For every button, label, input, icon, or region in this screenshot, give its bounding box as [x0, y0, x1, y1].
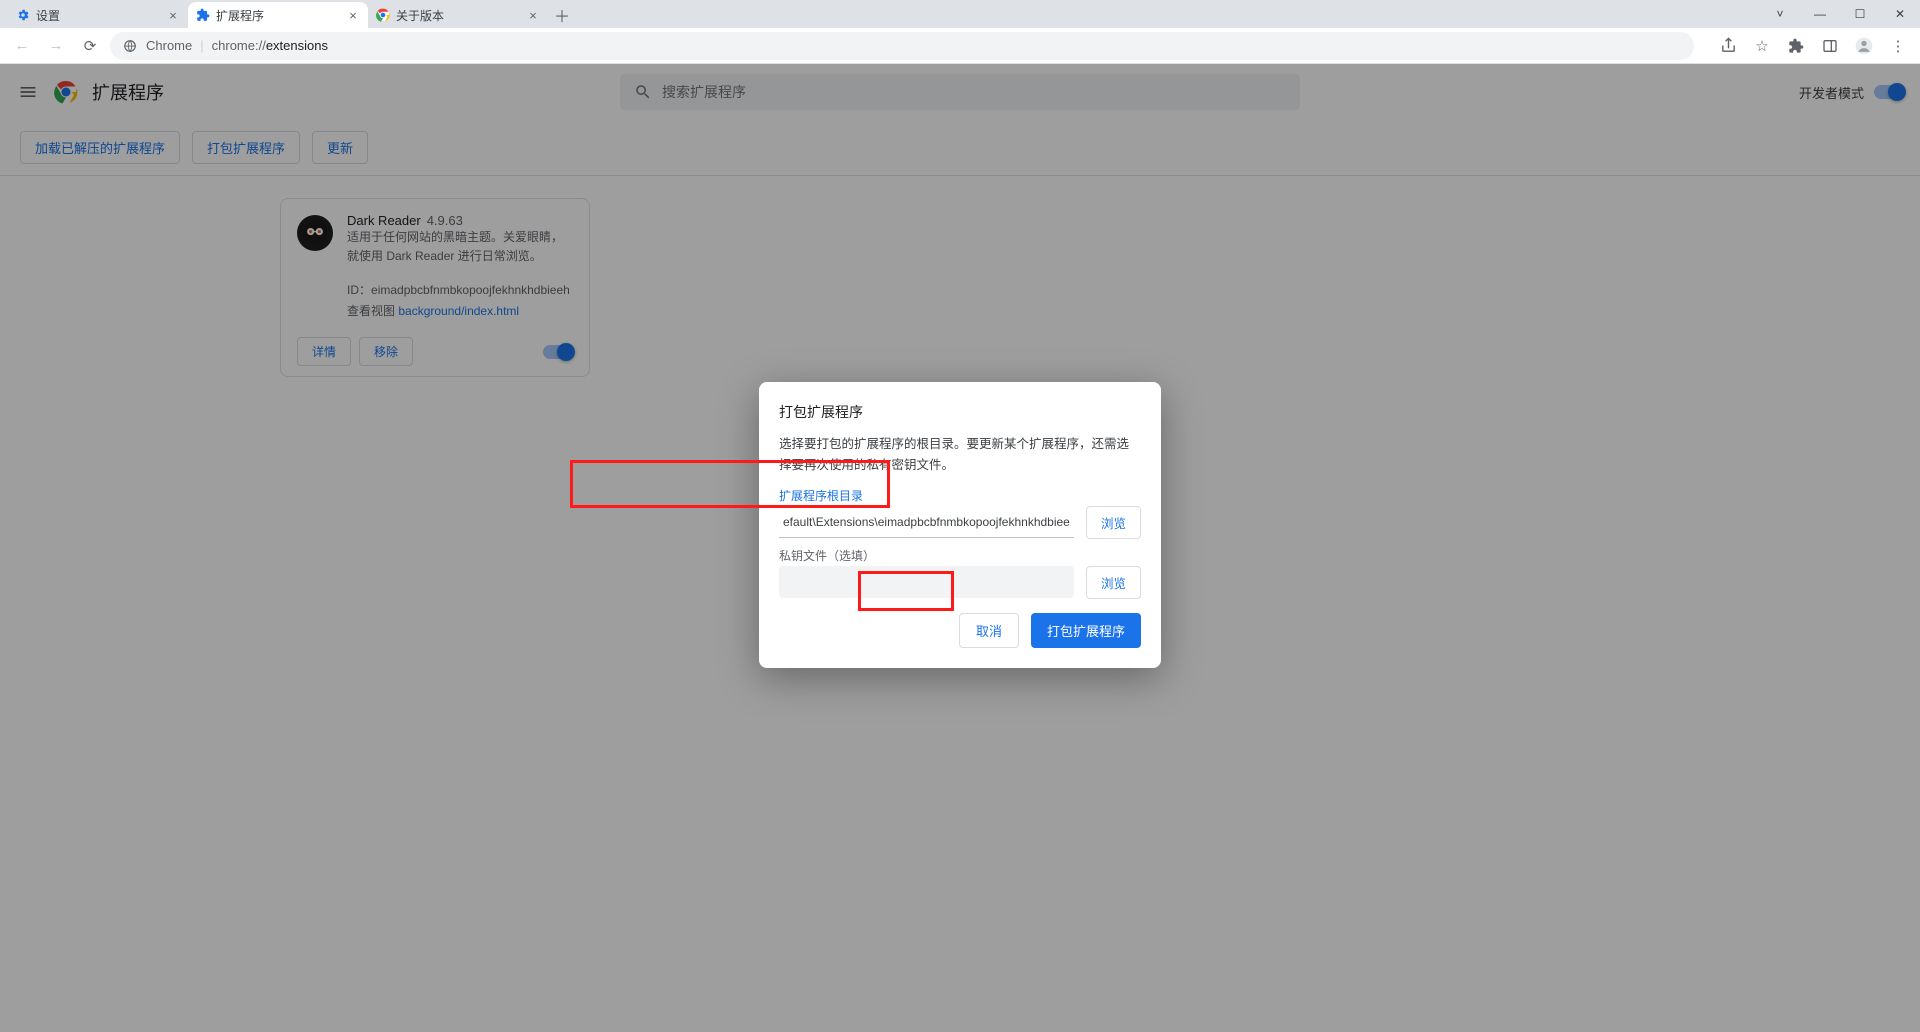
- close-icon[interactable]: ×: [346, 8, 360, 22]
- extensions-puzzle-icon[interactable]: [1782, 32, 1810, 60]
- tab-title: 设置: [36, 7, 160, 24]
- dialog-title: 打包扩展程序: [779, 402, 1141, 422]
- browse-root-button[interactable]: 浏览: [1086, 506, 1141, 539]
- reload-button[interactable]: ⟳: [76, 32, 104, 60]
- close-window-button[interactable]: ✕: [1880, 0, 1920, 28]
- chevron-down-icon[interactable]: ˅: [1760, 0, 1800, 28]
- window-controls: ˅ — ☐ ✕: [1760, 0, 1920, 28]
- back-button[interactable]: ←: [8, 32, 36, 60]
- dialog-description: 选择要打包的扩展程序的根目录。要更新某个扩展程序，还需选择要再次使用的私有密钥文…: [779, 434, 1141, 477]
- root-dir-label: 扩展程序根目录: [779, 487, 1141, 504]
- gear-icon: [16, 8, 30, 22]
- pack-confirm-button[interactable]: 打包扩展程序: [1031, 613, 1141, 648]
- minimize-button[interactable]: —: [1800, 0, 1840, 28]
- side-panel-icon[interactable]: [1816, 32, 1844, 60]
- tab-title: 关于版本: [396, 7, 520, 24]
- share-icon[interactable]: [1714, 32, 1742, 60]
- pack-extension-dialog: 打包扩展程序 选择要打包的扩展程序的根目录。要更新某个扩展程序，还需选择要再次使…: [759, 382, 1161, 668]
- close-icon[interactable]: ×: [526, 8, 540, 22]
- forward-button[interactable]: →: [42, 32, 70, 60]
- browser-tab-extensions[interactable]: 扩展程序 ×: [188, 2, 368, 28]
- kebab-menu-icon[interactable]: ⋮: [1884, 32, 1912, 60]
- star-icon[interactable]: ☆: [1748, 32, 1776, 60]
- address-bar[interactable]: Chrome | chrome://extensions: [110, 32, 1694, 60]
- chrome-scheme-icon: [122, 38, 138, 54]
- tab-bar: 设置 × 扩展程序 × 关于版本 × ＋ ˅ — ☐ ✕: [0, 0, 1920, 28]
- puzzle-icon: [196, 8, 210, 22]
- chrome-icon: [376, 8, 390, 22]
- url-path: chrome://extensions: [212, 38, 328, 53]
- private-key-label: 私钥文件（选填）: [779, 547, 1141, 564]
- close-icon[interactable]: ×: [166, 8, 180, 22]
- root-dir-input[interactable]: [779, 506, 1074, 538]
- browser-tab-about[interactable]: 关于版本 ×: [368, 2, 548, 28]
- cancel-button[interactable]: 取消: [959, 613, 1019, 648]
- private-key-input[interactable]: [779, 566, 1074, 598]
- browser-toolbar: ← → ⟳ Chrome | chrome://extensions ☆ ⋮: [0, 28, 1920, 64]
- profile-avatar-icon[interactable]: [1850, 32, 1878, 60]
- tab-title: 扩展程序: [216, 7, 340, 24]
- maximize-button[interactable]: ☐: [1840, 0, 1880, 28]
- browser-tab-settings[interactable]: 设置 ×: [8, 2, 188, 28]
- browse-key-button[interactable]: 浏览: [1086, 566, 1141, 599]
- new-tab-button[interactable]: ＋: [548, 2, 576, 28]
- url-origin: Chrome: [146, 38, 192, 53]
